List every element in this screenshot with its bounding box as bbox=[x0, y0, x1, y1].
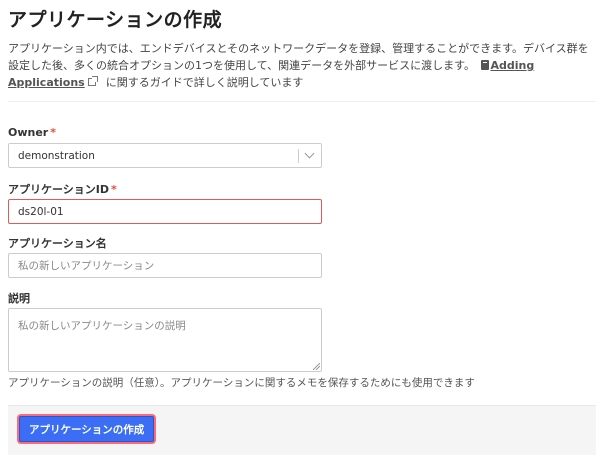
required-mark: * bbox=[111, 183, 117, 196]
create-application-button[interactable]: アプリケーションの作成 bbox=[19, 416, 155, 442]
description-textarea[interactable] bbox=[8, 308, 322, 372]
owner-label: Owner * bbox=[8, 126, 56, 139]
owner-select[interactable]: demonstration bbox=[8, 143, 322, 168]
owner-label-text: Owner bbox=[8, 126, 49, 139]
application-id-label-text: アプリケーションID bbox=[8, 183, 110, 196]
select-separator bbox=[298, 149, 299, 163]
description-label: 説明 bbox=[8, 292, 30, 305]
form-footer: アプリケーションの作成 bbox=[8, 405, 596, 455]
page-title: アプリケーションの作成 bbox=[8, 9, 223, 31]
book-icon bbox=[480, 60, 489, 70]
description-help-text: アプリケーションの説明（任意）。アプリケーションに関するメモを保存するためにも使… bbox=[8, 377, 475, 389]
application-name-label: アプリケーション名 bbox=[8, 237, 107, 250]
external-link-icon bbox=[87, 76, 98, 86]
application-id-label: アプリケーションID * bbox=[8, 181, 117, 197]
description-text-suffix: に関するガイドで詳しく説明しています bbox=[105, 76, 304, 89]
application-name-input[interactable] bbox=[8, 253, 322, 278]
divider bbox=[8, 101, 596, 102]
required-mark: * bbox=[50, 126, 56, 139]
application-id-input[interactable] bbox=[8, 199, 322, 224]
page-description: アプリケーション内では、エンドデバイスとそのネットワークデータを登録、管理するこ… bbox=[8, 40, 596, 91]
chevron-down-icon[interactable] bbox=[304, 148, 315, 159]
owner-select-value: demonstration bbox=[18, 150, 95, 162]
